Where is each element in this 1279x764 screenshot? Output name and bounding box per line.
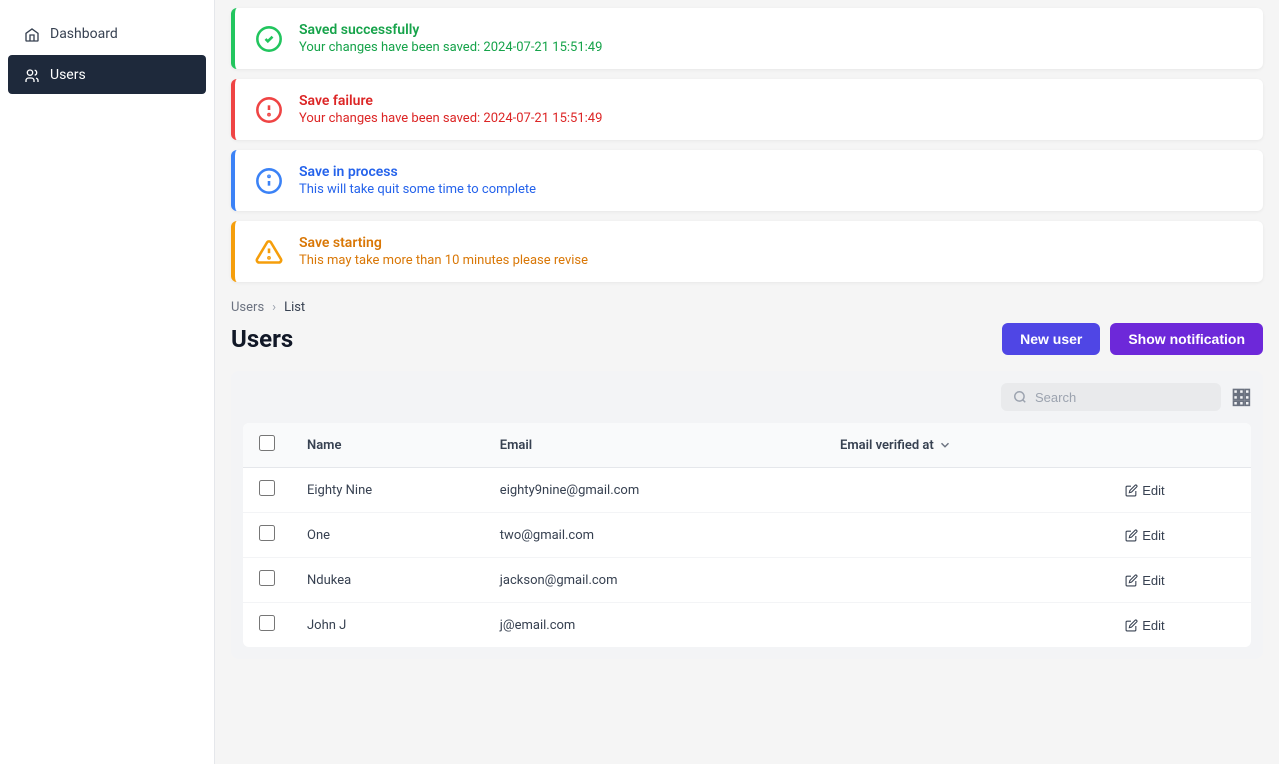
row-email: two@gmail.com [484,513,824,558]
row-name: John J [291,603,484,648]
row-checkbox-cell[interactable] [243,468,291,513]
th-select-all[interactable] [243,423,291,468]
success-message: Your changes have been saved: 2024-07-21… [299,40,602,55]
page-header-row: Users New user Show notification [231,323,1263,355]
grid-view-button[interactable] [1231,387,1251,407]
edit-button[interactable]: Edit [1125,573,1164,588]
info-message: This will take quit some time to complet… [299,182,536,197]
edit-button[interactable]: Edit [1125,483,1164,498]
th-email: Email [484,423,824,468]
breadcrumb-separator: › [272,300,276,315]
row-email-verified [824,603,1109,648]
row-email-verified [824,513,1109,558]
row-checkbox[interactable] [259,570,275,586]
page-title: Users [231,325,293,353]
notification-info: Save in process This will take quit some… [231,150,1263,211]
row-email: jackson@gmail.com [484,558,824,603]
row-checkbox[interactable] [259,615,275,631]
users-table: Name Email Email verified at [243,423,1251,647]
sidebar-item-dashboard-label: Dashboard [50,26,118,42]
search-input[interactable] [1035,390,1209,405]
table-toolbar [243,383,1251,411]
error-icon [253,94,285,126]
info-title: Save in process [299,164,536,180]
notification-error: Save failure Your changes have been save… [231,79,1263,140]
row-edit-cell: Edit [1109,603,1251,648]
table-container: Name Email Email verified at [231,371,1263,659]
breadcrumb-current: List [284,300,305,315]
search-icon [1013,389,1027,405]
error-message: Your changes have been saved: 2024-07-21… [299,111,602,126]
row-checkbox-cell[interactable] [243,513,291,558]
edit-button[interactable]: Edit [1125,528,1164,543]
notification-warning: Save starting This may take more than 10… [231,221,1263,282]
row-checkbox-cell[interactable] [243,603,291,648]
table-row: John J j@email.com Edit [243,603,1251,648]
row-name: Eighty Nine [291,468,484,513]
sidebar: Dashboard Users [0,0,215,764]
row-name: One [291,513,484,558]
sidebar-item-users-label: Users [50,67,86,83]
notification-area: Saved successfully Your changes have bee… [215,0,1279,300]
warning-title: Save starting [299,235,588,251]
error-title: Save failure [299,93,602,109]
search-wrapper[interactable] [1001,383,1221,411]
th-name: Name [291,423,484,468]
edit-button[interactable]: Edit [1125,618,1164,633]
sidebar-item-users[interactable]: Users [8,55,206,94]
table-row: Eighty Nine eighty9nine@gmail.com Edit [243,468,1251,513]
warning-message: This may take more than 10 minutes pleas… [299,253,588,268]
success-title: Saved successfully [299,22,602,38]
table-header-row: Name Email Email verified at [243,423,1251,468]
row-edit-cell: Edit [1109,513,1251,558]
row-email: eighty9nine@gmail.com [484,468,824,513]
warning-icon [253,236,285,268]
table-row: One two@gmail.com Edit [243,513,1251,558]
sidebar-item-dashboard[interactable]: Dashboard [8,14,206,53]
breadcrumb-parent[interactable]: Users [231,300,264,315]
th-actions [1109,423,1251,468]
row-checkbox[interactable] [259,525,275,541]
header-buttons: New user Show notification [1002,323,1263,355]
success-icon [253,23,285,55]
main-content: Saved successfully Your changes have bee… [215,0,1279,764]
new-user-button[interactable]: New user [1002,323,1100,355]
th-email-verified-at[interactable]: Email verified at [824,423,1109,468]
info-icon [253,165,285,197]
row-checkbox-cell[interactable] [243,558,291,603]
select-all-checkbox[interactable] [259,435,275,451]
row-email: j@email.com [484,603,824,648]
row-checkbox[interactable] [259,480,275,496]
notification-success: Saved successfully Your changes have bee… [231,8,1263,69]
breadcrumb: Users › List [231,300,1263,315]
page-section: Users › List Users New user Show notific… [215,300,1279,675]
row-edit-cell: Edit [1109,558,1251,603]
house-icon [24,24,40,43]
row-name: Ndukea [291,558,484,603]
row-edit-cell: Edit [1109,468,1251,513]
show-notification-button[interactable]: Show notification [1110,323,1263,355]
row-email-verified [824,468,1109,513]
users-icon [24,65,40,84]
table-row: Ndukea jackson@gmail.com Edit [243,558,1251,603]
row-email-verified [824,558,1109,603]
